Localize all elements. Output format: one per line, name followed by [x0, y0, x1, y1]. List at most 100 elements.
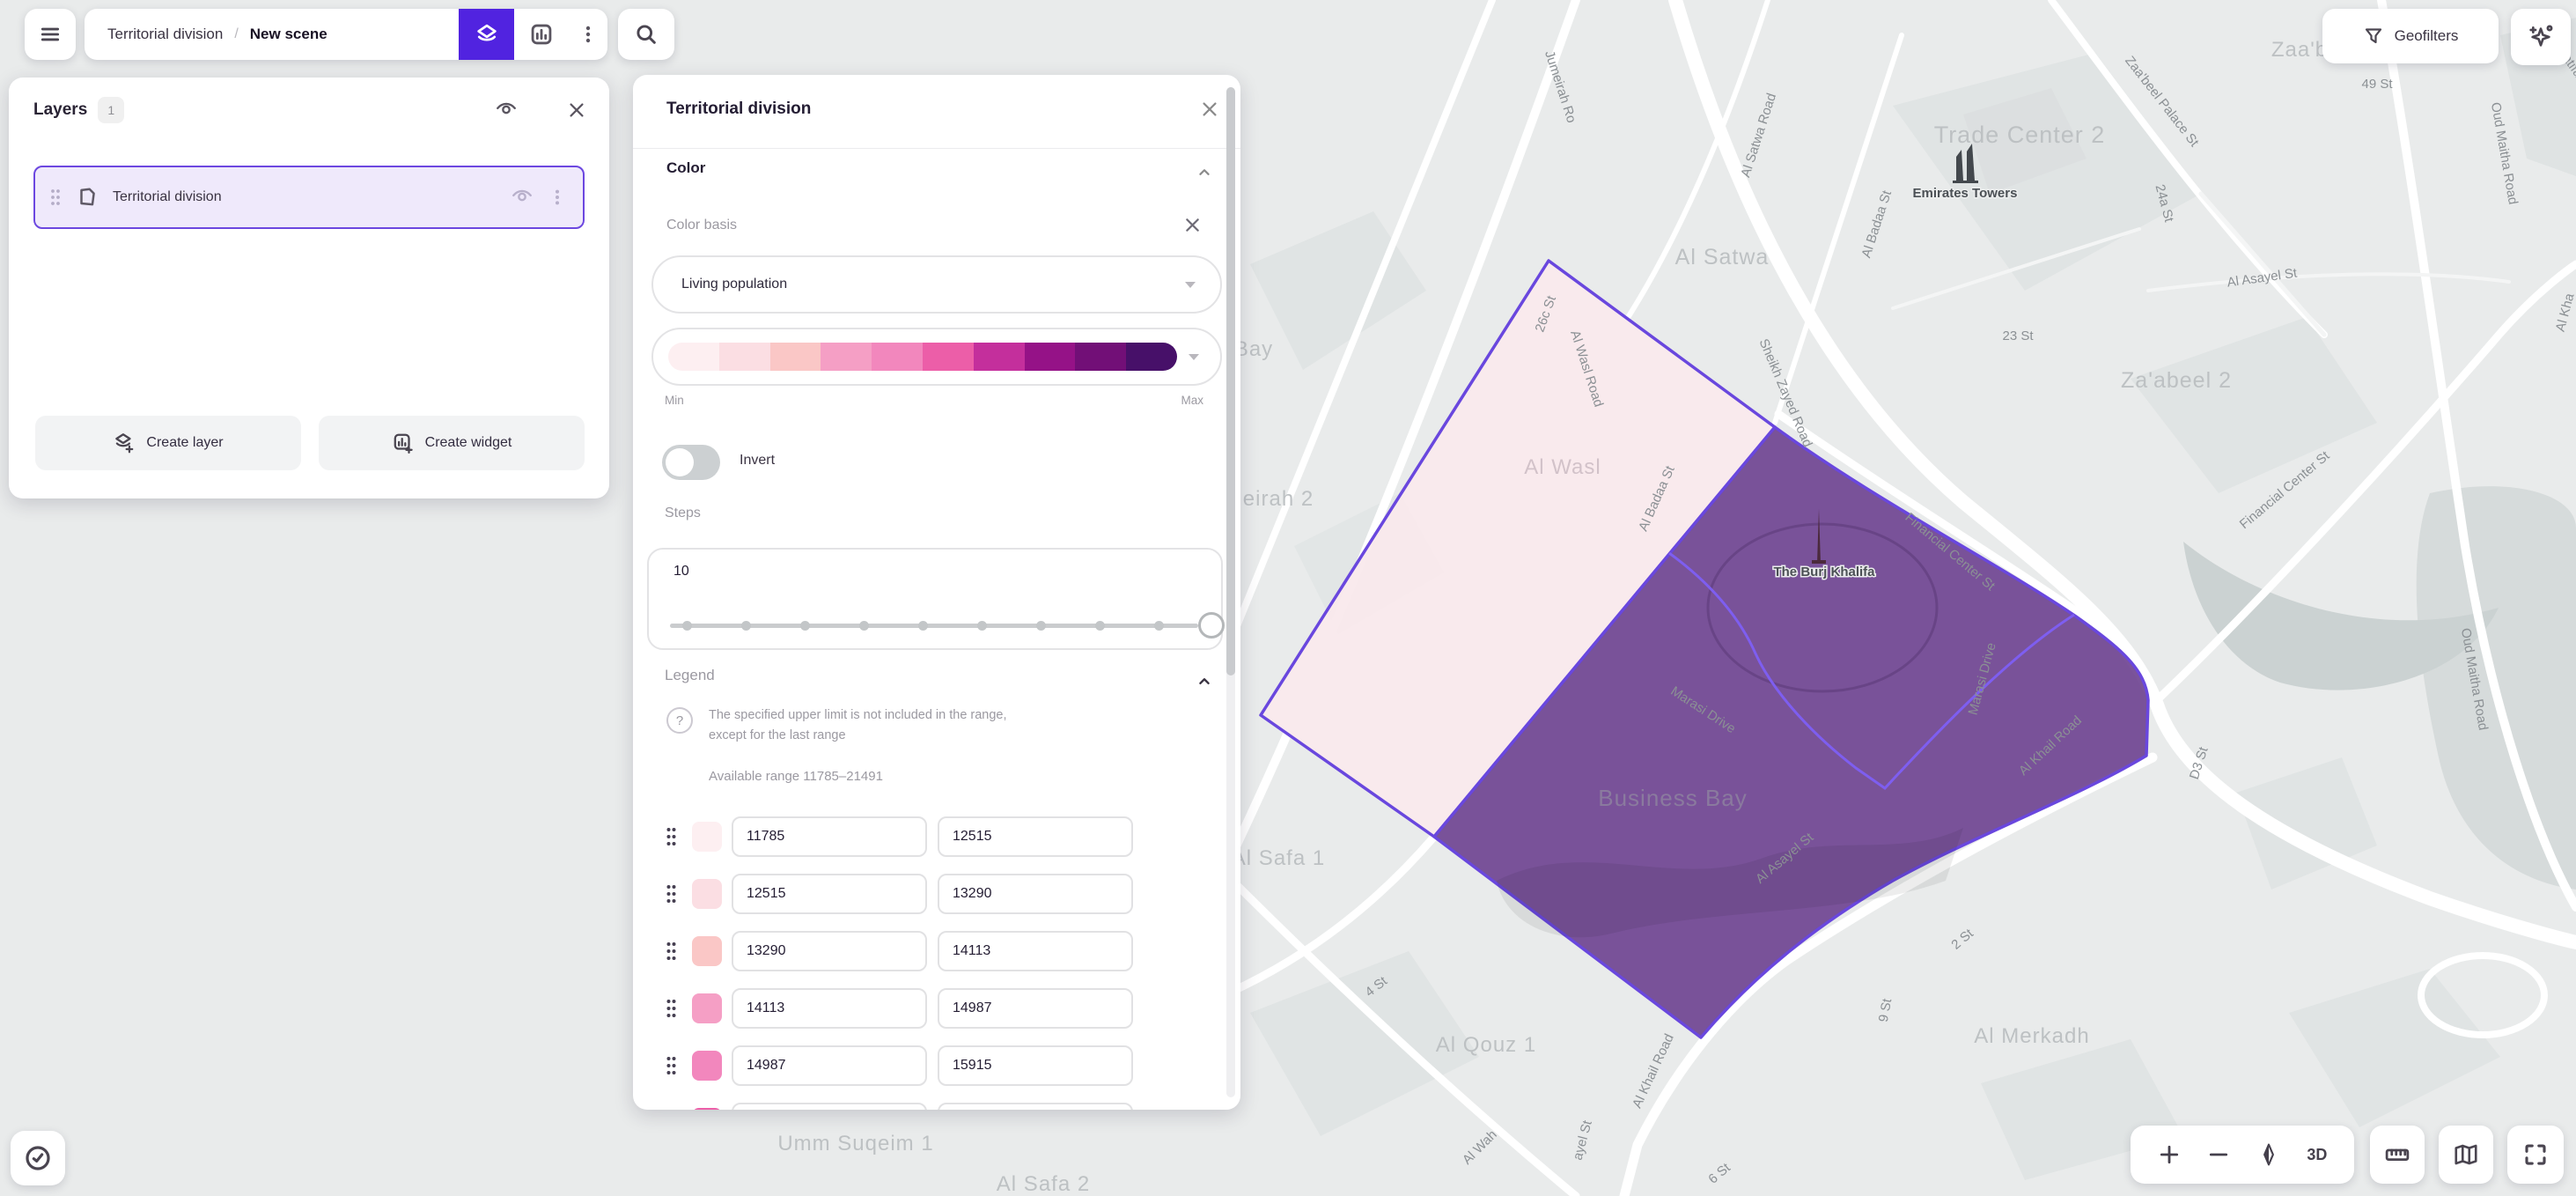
layer-visibility-icon[interactable]: [509, 186, 535, 209]
legend-range-from-input[interactable]: [732, 1103, 927, 1110]
layer-item-label: Territorial division: [113, 189, 222, 205]
slider-step-dot[interactable]: [741, 621, 751, 631]
bar-chart-icon: [529, 22, 554, 47]
slider-step-dot[interactable]: [1036, 621, 1046, 631]
layer-kebab-icon[interactable]: [548, 188, 567, 207]
map-label: Business Bay: [1598, 785, 1748, 811]
geofilters-button[interactable]: Geofilters: [2322, 9, 2499, 63]
slider-step-dot[interactable]: [859, 621, 869, 631]
kebab-icon: [578, 24, 599, 45]
slider-step-dot[interactable]: [977, 621, 987, 631]
search-button[interactable]: [618, 9, 674, 60]
drag-handle-icon[interactable]: [665, 997, 678, 1020]
settings-panel-close-button[interactable]: [1200, 100, 1219, 119]
legend-color-swatch[interactable]: [692, 936, 722, 966]
color-ramp-preview: [668, 343, 1177, 371]
slider-step-dot[interactable]: [1154, 621, 1164, 631]
zoom-in-button[interactable]: [2158, 1143, 2181, 1166]
legend-color-swatch[interactable]: [692, 879, 722, 909]
ruler-icon: [2384, 1141, 2410, 1168]
legend-range-from-input[interactable]: [732, 874, 927, 914]
ai-assistant-button[interactable]: [2511, 9, 2571, 65]
layers-visibility-button[interactable]: [493, 99, 519, 122]
zoom-out-button[interactable]: [2207, 1143, 2230, 1166]
map-label: Al Wasl: [1524, 455, 1601, 479]
panel-scrollbar-thumb[interactable]: [1226, 87, 1235, 676]
color-section-collapse-button[interactable]: [1195, 163, 1214, 182]
legend-range-to-input[interactable]: [938, 1045, 1133, 1086]
layer-item-territorial-division[interactable]: Territorial division: [33, 166, 585, 229]
settings-panel-title: Territorial division: [666, 100, 811, 119]
divider: [633, 148, 1240, 149]
legend-row: [633, 1045, 1240, 1086]
breadcrumb-project[interactable]: Territorial division: [107, 26, 223, 43]
legend-hint: The specified upper limit is not include…: [709, 705, 1007, 746]
layers-toggle-button[interactable]: [459, 9, 514, 60]
create-layer-label: Create layer: [146, 435, 223, 451]
more-options-button[interactable]: [569, 9, 607, 60]
create-widget-label: Create widget: [425, 435, 512, 451]
legend-color-swatch[interactable]: [692, 993, 722, 1023]
legend-range-from-input[interactable]: [732, 1045, 927, 1086]
legend-hint-line1: The specified upper limit is not include…: [709, 705, 1007, 726]
fullscreen-button[interactable]: [2507, 1126, 2564, 1184]
legend-range-to-input[interactable]: [938, 988, 1133, 1029]
legend-range-to-input[interactable]: [938, 1103, 1133, 1110]
main-menu-button[interactable]: [25, 9, 76, 60]
slider-step-dot[interactable]: [800, 621, 810, 631]
legend-range-to-input[interactable]: [938, 931, 1133, 971]
layers-icon: [475, 22, 499, 47]
map-3d-button[interactable]: 3D: [2307, 1146, 2327, 1164]
widgets-toggle-button[interactable]: [514, 9, 569, 60]
drag-handle-icon[interactable]: [49, 187, 62, 208]
geofilters-label: Geofilters: [2395, 27, 2459, 45]
legend-collapse-button[interactable]: [1195, 672, 1214, 691]
ramp-segment: [770, 343, 821, 371]
steps-slider[interactable]: [670, 618, 1198, 632]
legend-color-swatch[interactable]: [692, 1051, 722, 1081]
legend-color-swatch[interactable]: [692, 822, 722, 852]
layers-panel: Layers 1 Territorial division Create lay…: [9, 78, 609, 498]
map-label: Al Safa 2: [997, 1172, 1090, 1196]
map-label: Zaa'b: [2271, 38, 2328, 62]
slider-step-dot[interactable]: [1095, 621, 1105, 631]
map-label: eirah 2: [1243, 487, 1314, 511]
ramp-max-label: Max: [1181, 394, 1203, 407]
layers-panel-close-button[interactable]: [567, 100, 586, 120]
legend-range-from-input[interactable]: [732, 931, 927, 971]
legend-range-from-input[interactable]: [732, 816, 927, 857]
create-widget-button[interactable]: Create widget: [319, 416, 585, 470]
drag-handle-icon[interactable]: [665, 940, 678, 963]
layers-count-badge: 1: [98, 97, 124, 123]
ramp-segment: [668, 343, 719, 371]
map-label: Al Qouz 1: [1436, 1033, 1536, 1057]
color-basis-clear-button[interactable]: [1183, 216, 1202, 234]
basemap-button[interactable]: [2439, 1126, 2493, 1184]
compass-button[interactable]: [2257, 1143, 2280, 1166]
slider-step-dot[interactable]: [918, 621, 928, 631]
map-label: Al Merkadh: [1974, 1024, 2089, 1048]
legend-range-to-input[interactable]: [938, 816, 1133, 857]
map-label: 49 St: [2361, 77, 2393, 92]
drag-handle-icon[interactable]: [665, 825, 678, 848]
steps-card: 10: [647, 548, 1223, 650]
search-icon: [634, 22, 659, 47]
drag-handle-icon[interactable]: [665, 882, 678, 905]
legend-color-swatch[interactable]: [692, 1108, 722, 1110]
color-basis-select[interactable]: Living population: [651, 255, 1222, 314]
breadcrumb-scene[interactable]: New scene: [250, 26, 328, 43]
create-layer-button[interactable]: Create layer: [35, 416, 301, 470]
legend-range-to-input[interactable]: [938, 874, 1133, 914]
time-machine-button[interactable]: [11, 1131, 65, 1185]
legend-range-from-input[interactable]: [732, 988, 927, 1029]
legend-row: [633, 874, 1240, 914]
map-label: Al Safa 1: [1232, 846, 1325, 870]
color-ramp-select[interactable]: [651, 328, 1222, 386]
drag-handle-icon[interactable]: [665, 1054, 678, 1077]
ramp-segment: [872, 343, 923, 371]
slider-knob[interactable]: [1198, 612, 1225, 639]
measure-button[interactable]: [2370, 1126, 2425, 1184]
slider-step-dot[interactable]: [682, 621, 692, 631]
invert-toggle[interactable]: [662, 445, 720, 480]
layers-panel-title: Layers: [33, 100, 87, 120]
